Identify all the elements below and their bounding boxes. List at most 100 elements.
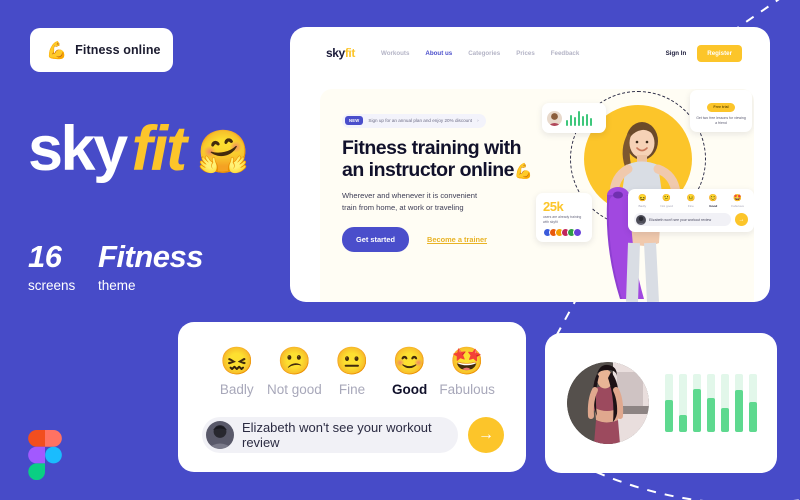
arrow-right-icon: →	[478, 426, 494, 443]
nav-link-feedback[interactable]: Feedback	[551, 50, 580, 57]
mockup-hero-section: NEW Sign up for an annual plan and enjoy…	[320, 89, 754, 302]
mini-rating-not-good[interactable]: 😕 Not good	[660, 195, 673, 208]
website-mockup-card: skyfit Workouts About us Categories Pric…	[290, 27, 770, 302]
review-input-placeholder: Elizabeth won't see your workout review	[242, 420, 432, 450]
mockup-subtext: Wherever and whenever it is convenient t…	[342, 190, 557, 213]
mockup-logo[interactable]: skyfit	[326, 46, 355, 60]
sign-in-link[interactable]: Sign In	[666, 50, 687, 57]
activity-bar-chart	[665, 374, 757, 432]
elizabeth-avatar	[636, 214, 646, 225]
neutral-face-icon: 😐	[686, 195, 696, 202]
bar-fill	[721, 407, 729, 432]
confounded-face-icon: 😖	[638, 195, 647, 202]
mockup-hero-copy: NEW Sign up for an annual plan and enjoy…	[342, 109, 557, 252]
athlete-portrait-photo	[567, 362, 649, 444]
rating-option-good[interactable]: 😊 Good	[381, 346, 439, 398]
confused-face-icon: 😕	[277, 346, 312, 376]
mockup-headline: Fitness training with an instructor onli…	[342, 137, 557, 183]
workout-review-card: 😖 Badly 😕 Not good 😐 Fine 😊 Good 🤩 Fabul…	[178, 322, 526, 472]
brand-part-sky: sky	[28, 114, 128, 184]
stat-theme: Fitness theme	[98, 239, 204, 294]
review-input[interactable]: Elizabeth won't see your workout review	[202, 417, 458, 453]
smiling-face-icon: 😊	[708, 195, 718, 202]
star-struck-face-icon: 🤩	[450, 346, 484, 376]
mini-review-placeholder: Elizabeth won't see your workout review	[649, 217, 712, 222]
nav-link-prices[interactable]: Prices	[516, 50, 535, 57]
mockup-nav-links: Workouts About us Categories Prices Feed…	[381, 50, 579, 57]
confounded-face-icon: 😖	[219, 346, 254, 376]
bar-track	[735, 374, 743, 432]
rating-label-good: Good	[391, 382, 428, 397]
bar-fill	[707, 398, 715, 432]
users-count-card: 25k users are already training with skyf…	[536, 193, 592, 242]
mockup-logo-fit: fit	[344, 46, 356, 60]
get-started-button[interactable]: Get started	[342, 226, 410, 252]
elizabeth-avatar	[206, 421, 234, 449]
rating-options: 😖 Badly 😕 Not good 😐 Fine 😊 Good 🤩 Fabul…	[178, 322, 526, 398]
smiling-face-icon: 😊	[392, 346, 427, 376]
review-submit-button[interactable]: →	[468, 417, 504, 453]
rating-option-not-good[interactable]: 😕 Not good	[266, 346, 324, 398]
mini-rating-label: Not good	[660, 204, 673, 208]
chevron-right-icon: ›	[477, 118, 479, 123]
brand-wordmark: sky fit 🤗	[28, 118, 249, 181]
mini-avatar	[547, 110, 562, 126]
bar-fill	[749, 401, 757, 432]
fitness-online-badge-label: Fitness online	[75, 43, 161, 57]
mockup-nav-actions: Sign In Register	[666, 44, 742, 62]
mini-rating-label: Good	[709, 204, 718, 208]
mini-rating-fine[interactable]: 😐 Fine	[687, 195, 696, 208]
mini-rating-label: Fabulous	[731, 204, 744, 208]
rating-option-badly[interactable]: 😖 Badly	[208, 346, 266, 398]
stat-screens-label: screens	[28, 278, 76, 294]
confused-face-icon: 😕	[662, 195, 671, 202]
free-trial-pill[interactable]: Free trial	[707, 102, 735, 112]
promo-new-tag: NEW	[345, 116, 364, 125]
rating-label-not-good: Not good	[266, 382, 322, 397]
stat-theme-label: theme	[98, 278, 136, 294]
nav-link-workouts[interactable]: Workouts	[381, 50, 409, 57]
mini-rating-fabulous[interactable]: 🤩 Fabulous	[731, 195, 744, 208]
headline-line-1: Fitness training with	[342, 136, 522, 159]
subtext-line-1: Wherever and whenever it is convenient	[342, 191, 478, 201]
become-a-trainer-link[interactable]: Become a trainer	[427, 235, 487, 244]
arrow-right-icon: →	[738, 216, 745, 223]
rating-label-fine: Fine	[338, 382, 366, 397]
mini-bar-chart	[566, 111, 593, 126]
rating-option-fine[interactable]: 😐 Fine	[323, 348, 381, 398]
bar-track	[679, 374, 687, 432]
headline-line-2: an instructor online	[342, 159, 515, 182]
mockup-logo-sky: sky	[326, 46, 345, 60]
subtext-line-2: train from home, at work or traveling	[342, 202, 464, 212]
brand-part-fit: fit	[131, 114, 187, 184]
fitness-online-badge: 💪 Fitness online	[30, 28, 173, 72]
bar-fill	[735, 390, 743, 432]
mini-review-submit-button[interactable]: →	[735, 213, 748, 226]
rating-label-fabulous: Fabulous	[439, 382, 495, 397]
activity-chart-card	[545, 333, 777, 473]
mini-rating-good[interactable]: 😊 Good	[709, 195, 718, 208]
free-trial-card: Free trial Get two free lessons for view…	[690, 90, 752, 133]
flexed-biceps-icon: 💪	[46, 40, 68, 60]
mini-activity-card	[542, 103, 606, 133]
mockup-cta-group: Get started Become a trainer	[342, 226, 557, 252]
mini-rating-label: Badly	[638, 204, 647, 208]
users-count-text: users are already training with skyfit	[543, 215, 582, 224]
promo-banner[interactable]: NEW Sign up for an annual plan and enjoy…	[342, 113, 486, 128]
nav-link-about-us[interactable]: About us	[425, 50, 452, 57]
stats-group: 16 screens Fitness theme	[28, 239, 204, 294]
register-button[interactable]: Register	[697, 44, 742, 62]
bar-track	[693, 374, 701, 432]
bar-fill	[679, 414, 687, 432]
bar-track	[665, 374, 673, 432]
mini-review-card: 😖 Badly 😕 Not good 😐 Fine 😊 Good 🤩 Fabul…	[628, 189, 754, 232]
users-avatar-group	[543, 227, 586, 237]
mockup-navbar: skyfit Workouts About us Categories Pric…	[290, 27, 770, 79]
mini-review-input[interactable]: Elizabeth won't see your workout review	[634, 213, 731, 226]
mini-rating-label: Fine	[687, 204, 694, 208]
stat-theme-number: Fitness	[98, 239, 204, 274]
mini-rating-badly[interactable]: 😖 Badly	[638, 195, 647, 208]
rating-option-fabulous[interactable]: 🤩 Fabulous	[438, 346, 496, 398]
bar-track	[749, 374, 757, 432]
nav-link-categories[interactable]: Categories	[468, 50, 500, 57]
